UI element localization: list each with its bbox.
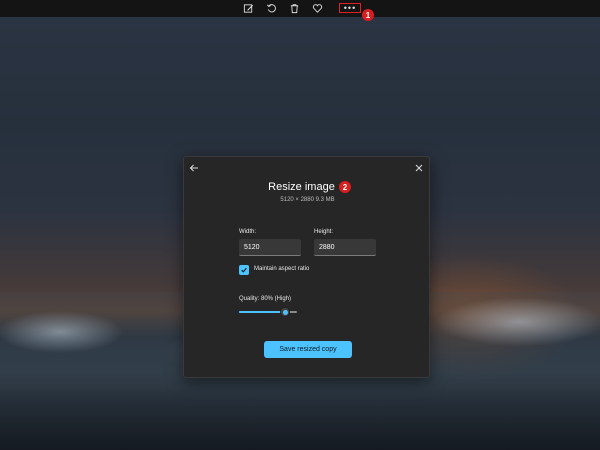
dialog-title-text: Resize image xyxy=(268,181,335,193)
step-badge-2: 2 xyxy=(339,181,351,193)
width-input[interactable]: 5120 xyxy=(239,239,301,256)
save-resized-copy-button[interactable]: Save resized copy xyxy=(264,341,352,358)
maintain-aspect-checkbox[interactable] xyxy=(239,265,249,275)
quality-slider[interactable] xyxy=(239,307,297,317)
resize-image-dialog: Resize image 2 5120 × 2880 9.3 MB Width:… xyxy=(183,156,430,378)
close-icon[interactable] xyxy=(413,161,425,173)
maintain-aspect-label: Maintain aspect ratio xyxy=(254,266,310,272)
height-input[interactable]: 2880 xyxy=(314,239,376,256)
width-label: Width: xyxy=(239,229,257,235)
dialog-title: Resize image xyxy=(184,181,431,193)
height-label: Height: xyxy=(314,229,334,235)
checkmark-icon xyxy=(241,267,247,273)
top-toolbar xyxy=(0,0,600,17)
back-arrow-icon[interactable] xyxy=(188,161,200,173)
more-icon: ••• xyxy=(343,3,357,13)
quality-slider-thumb[interactable] xyxy=(280,307,291,317)
quality-slider-fill xyxy=(239,311,286,313)
rotate-icon[interactable] xyxy=(266,3,277,14)
image-dimensions-size: 5120 × 2880 9.3 MB xyxy=(280,197,335,203)
step-badge-1: 1 xyxy=(362,9,374,21)
delete-icon[interactable] xyxy=(289,3,300,14)
favorite-icon[interactable] xyxy=(312,3,323,14)
quality-label: Quality: 80% (High) xyxy=(239,296,292,302)
edit-image-icon[interactable] xyxy=(243,3,254,14)
more-options-button[interactable]: ••• xyxy=(339,3,361,13)
